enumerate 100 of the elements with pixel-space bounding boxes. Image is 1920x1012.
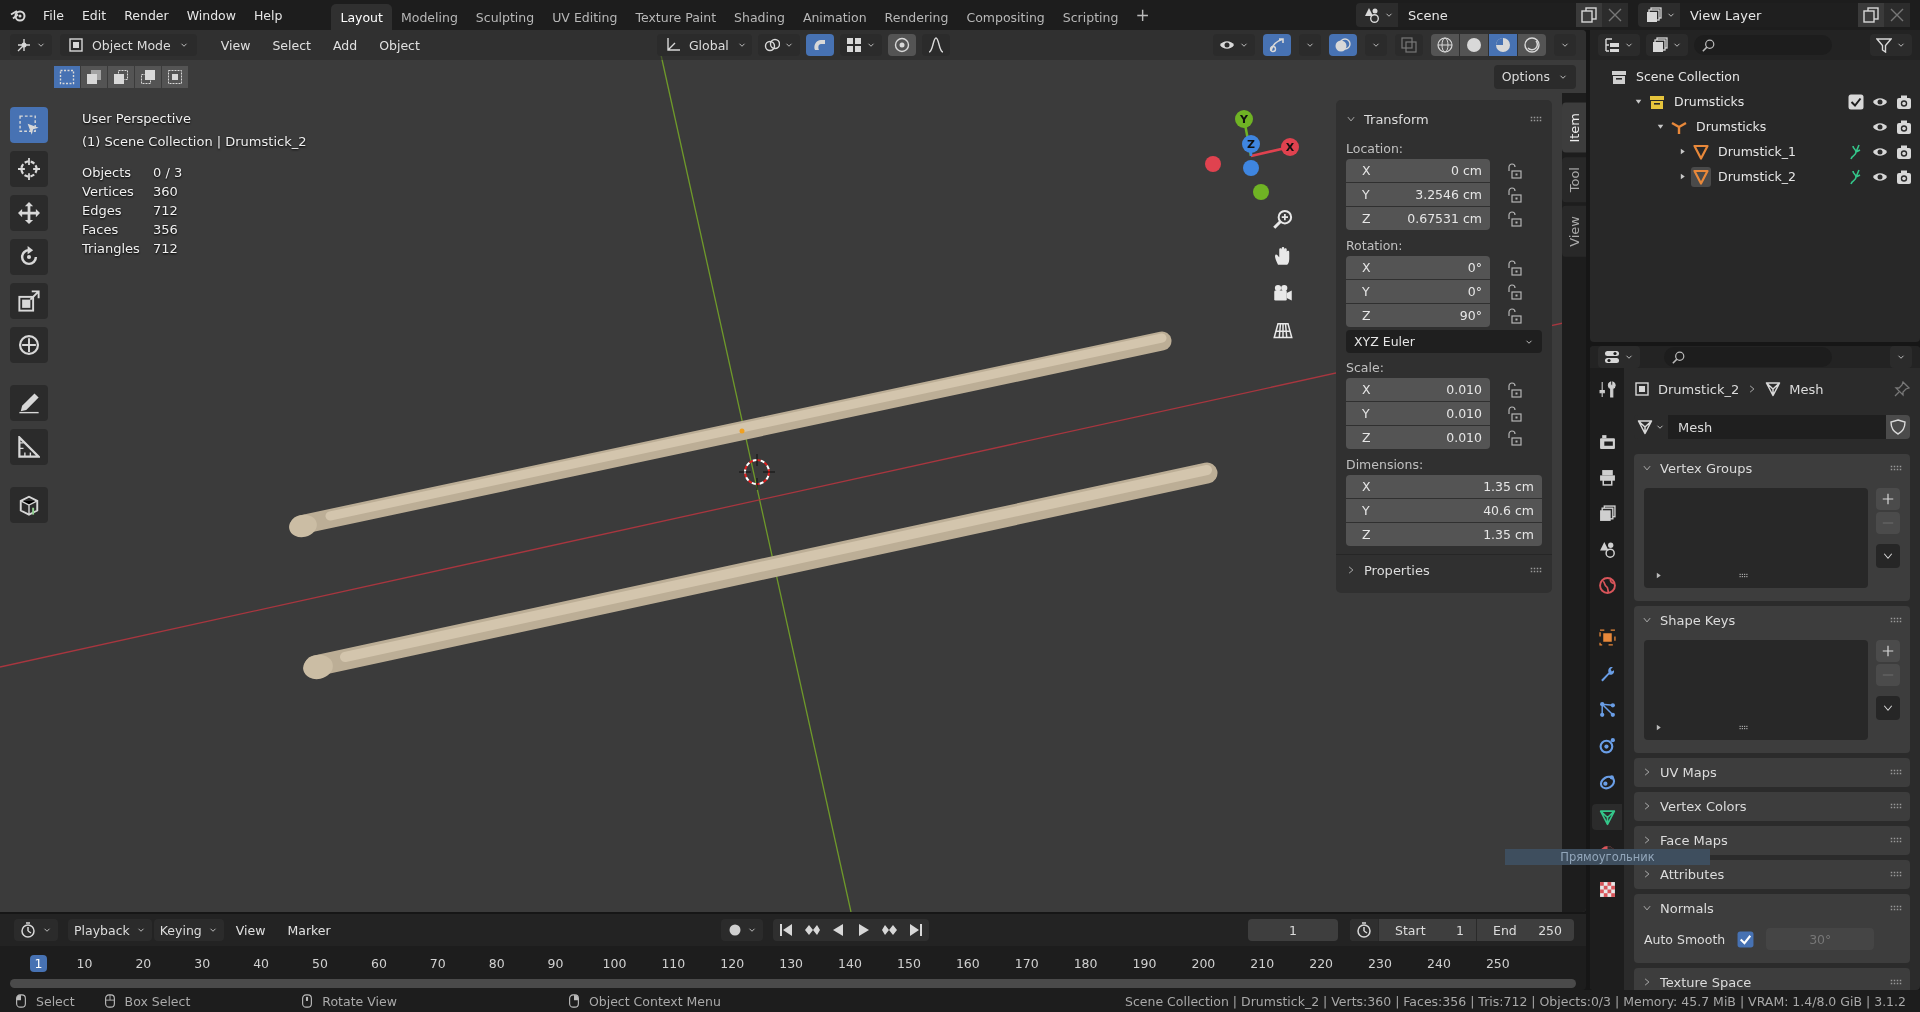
frame-number[interactable]: 190 [1127,954,1162,972]
value-field[interactable]: X 0.010 [1346,378,1490,401]
frame-number[interactable]: 120 [715,954,750,972]
outliner-item[interactable]: Drumstick_2 [1718,169,1797,184]
frame-number[interactable]: 10 [71,954,98,972]
mesh-name-field[interactable]: Mesh [1668,415,1886,439]
frame-number[interactable]: 30 [189,954,216,972]
panel-header[interactable]: Shape Keys [1642,612,1884,628]
frame-number[interactable]: 100 [597,954,632,972]
rotation-mode-dropdown[interactable]: XYZ Euler [1346,330,1542,353]
frame-number[interactable]: 40 [248,954,275,972]
workspace-tab[interactable]: Rendering [875,4,958,30]
workspace-tab[interactable]: Layout [331,4,392,30]
sidebar-tab[interactable]: Item [1562,103,1586,153]
menu-item[interactable]: Render [115,3,178,27]
frame-number[interactable]: 220 [1304,954,1339,972]
menu-item[interactable]: Help [244,3,292,27]
frame-number[interactable]: 1 [29,954,48,972]
current-frame-field[interactable]: 1 [1248,919,1338,941]
value-field[interactable]: Y 0.010 [1346,402,1490,425]
panel-header[interactable]: UV Maps [1642,764,1884,780]
value-field[interactable]: X 1.35 cm [1346,475,1542,498]
value-field[interactable]: Y 3.2546 cm [1346,183,1490,206]
sidebar-tab[interactable]: Tool [1562,156,1586,202]
frame-number[interactable]: 80 [483,954,510,972]
stat-label: Objects [82,165,133,180]
value-field[interactable]: X 0 cm [1346,159,1490,182]
menu-item[interactable]: Object [369,34,430,56]
panel-header[interactable]: Normals [1642,900,1884,916]
frame-number[interactable]: 230 [1363,954,1397,972]
menu-item[interactable]: File [34,3,73,27]
options-dropdown[interactable]: Options [1493,64,1576,89]
frame-number[interactable]: 200 [1186,954,1221,972]
outliner-item[interactable]: Scene Collection [1636,69,1740,84]
menu-item[interactable]: Add [323,34,368,56]
frame-number[interactable]: 130 [774,954,809,972]
field-group-label: Dimensions: [1346,456,1425,472]
panel-header[interactable]: Attributes [1642,866,1884,882]
stat-value: 712 [153,241,179,256]
value-field[interactable]: Z 1.35 cm [1346,523,1542,546]
frame-number[interactable]: 140 [833,954,867,972]
workspace-tab[interactable]: Texture Paint [626,4,726,30]
sidebar-tab[interactable]: View [1562,205,1586,257]
workspace-tab[interactable]: Modeling [391,4,467,30]
scene-field[interactable]: Scene [1398,3,1576,27]
panel-header[interactable]: Transform [1346,111,1524,127]
shortcut-hint: Select [36,993,75,1009]
frame-number[interactable]: 240 [1422,954,1456,972]
menu-item[interactable]: View [210,34,261,56]
panel-header[interactable]: Vertex Groups [1642,460,1884,476]
breadcrumb-item: Drumstick_2 [1658,381,1740,397]
view-layer-field[interactable]: View Layer [1680,3,1858,27]
frame-number[interactable]: 110 [656,954,691,972]
outliner-item[interactable]: Drumstick_1 [1718,144,1797,159]
breadcrumb-item: Mesh [1789,381,1824,397]
menu-item[interactable]: View [225,919,276,941]
frame-number[interactable]: 150 [892,954,926,972]
frame-number[interactable]: 160 [950,954,985,972]
frame-number[interactable]: 50 [307,954,333,972]
frame-number[interactable]: 90 [542,954,569,972]
stat-value: 360 [153,184,179,199]
menu-dropdown[interactable]: Keying [153,919,224,941]
stat-label: Vertices [82,184,135,199]
workspace-tab[interactable]: Scripting [1053,4,1128,30]
menu-item[interactable]: Select [262,34,321,56]
stat-value: 0 / 3 [153,165,183,180]
value-field[interactable]: Y 0° [1346,280,1490,303]
outliner-item[interactable]: Drumsticks [1696,119,1767,134]
menu-dropdown[interactable]: Playback [68,919,152,941]
panel-header[interactable]: Texture Space [1642,974,1884,990]
frame-number[interactable]: 20 [130,954,157,972]
add-workspace-button[interactable]: + [1127,3,1158,27]
value-field[interactable]: Y 40.6 cm [1346,499,1542,522]
end-frame-field[interactable]: End 250 [1476,919,1574,941]
frame-number[interactable]: 170 [1009,954,1044,972]
frame-number[interactable]: 210 [1245,954,1280,972]
menu-item[interactable]: Edit [72,3,116,27]
workspace-tab[interactable]: Compositing [957,4,1054,30]
workspace-tab[interactable]: Animation [793,4,876,30]
panel-header[interactable]: Vertex Colors [1642,798,1884,814]
orientation-dropdown[interactable]: Global [656,34,752,56]
value-field[interactable]: Z 0.67531 cm [1346,207,1490,230]
outliner-item[interactable]: Drumsticks [1674,94,1745,109]
mode-dropdown[interactable]: Object Mode [60,34,197,56]
frame-number[interactable]: 180 [1068,954,1103,972]
panel-header[interactable]: Face Maps [1642,832,1884,848]
workspace-tab[interactable]: Shading [725,4,794,30]
menu-item[interactable]: Window [177,3,245,27]
start-frame-field[interactable]: Start 1 [1378,919,1476,941]
field-group-label: Location: [1346,140,1405,156]
value-field[interactable]: X 0° [1346,256,1490,279]
workspace-tab[interactable]: UV Editing [543,4,627,30]
frame-number[interactable]: 60 [365,954,392,972]
value-field[interactable]: Z 90° [1346,304,1490,327]
value-field[interactable]: Z 0.010 [1346,426,1490,449]
workspace-tab[interactable]: Sculpting [466,4,544,30]
menu-item[interactable]: Marker [277,919,341,941]
frame-number[interactable]: 250 [1480,954,1515,972]
panel-header[interactable]: Properties [1346,562,1524,578]
frame-number[interactable]: 70 [424,954,451,972]
